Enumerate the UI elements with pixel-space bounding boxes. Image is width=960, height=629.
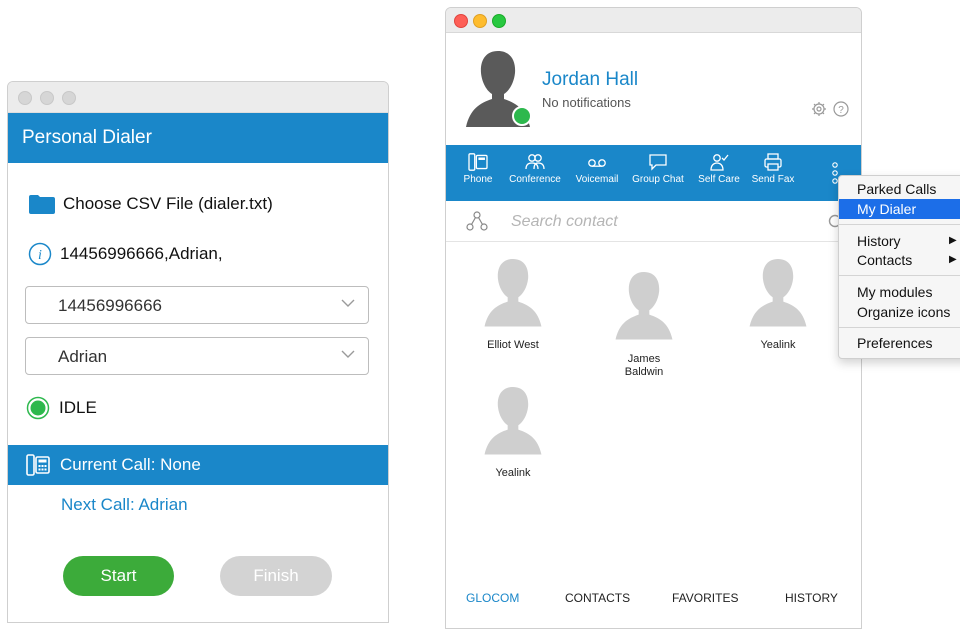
toolbar-voicemail[interactable]: Voicemail (572, 145, 622, 201)
avatar (484, 387, 542, 455)
voicemail-icon (588, 159, 606, 167)
toolbar-send-fax-label: Send Fax (751, 174, 795, 185)
menu-item-contacts[interactable]: Contacts ▶ (839, 250, 960, 270)
menu-item-my-dialer[interactable]: My Dialer (839, 199, 960, 219)
user-check-icon (710, 154, 729, 171)
bottom-tab-bar: GLOCOM CONTACTS FAVORITES HISTORY (446, 583, 861, 613)
zoom-window-button[interactable] (492, 14, 506, 28)
profile-header: Jordan Hall No notifications ? (446, 33, 861, 145)
contact-name: Yealink (495, 467, 531, 479)
next-call-text: Next Call: Adrian (61, 495, 188, 514)
search-input[interactable]: Search contact (511, 213, 618, 231)
svg-text:?: ? (838, 105, 844, 116)
minimize-window-button[interactable] (473, 14, 487, 28)
network-icon (466, 211, 488, 231)
tab-contacts[interactable]: CONTACTS (565, 591, 630, 605)
status-text: IDLE (59, 398, 97, 417)
desk-phone-icon (468, 153, 488, 171)
contact-card[interactable]: Yealink (468, 381, 558, 479)
user-name: Jordan Hall (542, 69, 639, 90)
menu-divider (839, 224, 960, 225)
status-indicator-icon (26, 396, 50, 420)
toolbar-self-care-label: Self Care (698, 174, 740, 185)
zoom-window-button[interactable] (62, 91, 76, 105)
contact-card[interactable]: Elliot West (468, 253, 558, 351)
number-select-value: 14456996666 (58, 296, 163, 315)
info-row: i 14456996666,Adrian, (28, 242, 223, 266)
toolbar-phone-label: Phone (463, 174, 493, 185)
search-bar: Search contact (446, 201, 861, 242)
finish-button[interactable]: Finish (220, 556, 332, 596)
menu-item-history-label: History (857, 233, 901, 249)
desk-phone-icon (26, 454, 50, 476)
tab-glocom[interactable]: GLOCOM (466, 591, 519, 605)
status-row: IDLE (26, 396, 97, 420)
people-icon (525, 154, 545, 170)
menu-item-organize-icons[interactable]: Organize icons (839, 302, 960, 322)
menu-item-parked-calls[interactable]: Parked Calls (839, 179, 960, 199)
contact-card[interactable]: Yealink (733, 253, 823, 351)
fax-icon (764, 153, 782, 171)
info-text: 14456996666,Adrian, (60, 244, 223, 263)
number-select[interactable]: 14456996666 (25, 286, 369, 324)
toolbar-self-care[interactable]: Self Care (694, 145, 744, 201)
tab-history[interactable]: HISTORY (785, 591, 838, 605)
toolbar: Phone Conference Voicemail Group Chat Se… (446, 145, 861, 201)
menu-item-my-modules[interactable]: My modules (839, 282, 960, 302)
notifications-text: No notifications (542, 95, 631, 110)
avatar (615, 272, 673, 340)
avatar (484, 259, 542, 327)
menu-divider (839, 327, 960, 328)
close-window-button[interactable] (18, 91, 32, 105)
name-select[interactable]: Adrian (25, 337, 369, 375)
contact-name: Yealink (760, 339, 796, 351)
toolbar-phone[interactable]: Phone (460, 145, 496, 201)
dialer-title: Personal Dialer (8, 113, 388, 163)
avatar (749, 259, 807, 327)
start-button[interactable]: Start (63, 556, 174, 596)
svg-text:i: i (38, 248, 42, 263)
toolbar-conference-label: Conference (509, 174, 561, 185)
menu-item-history[interactable]: History ▶ (839, 231, 960, 251)
chat-bubble-icon (649, 154, 667, 171)
help-icon[interactable]: ? (833, 101, 849, 117)
title-bar (8, 82, 388, 113)
menu-divider (839, 275, 960, 276)
menu-item-preferences[interactable]: Preferences (839, 333, 960, 353)
toolbar-group-chat[interactable]: Group Chat (628, 145, 688, 201)
menu-item-contacts-label: Contacts (857, 252, 913, 268)
avatar[interactable] (462, 47, 534, 127)
submenu-arrow-icon: ▶ (949, 235, 957, 246)
current-call-text: Current Call: None (60, 455, 201, 474)
chevron-down-icon (341, 299, 355, 307)
info-icon: i (28, 242, 52, 266)
folder-icon (29, 195, 55, 214)
toolbar-send-fax[interactable]: Send Fax (748, 145, 798, 201)
personal-dialer-window: Personal Dialer Choose CSV File (dialer.… (7, 81, 389, 623)
close-window-button[interactable] (454, 14, 468, 28)
submenu-arrow-icon: ▶ (949, 254, 957, 265)
toolbar-conference[interactable]: Conference (503, 145, 567, 201)
chevron-down-icon (341, 350, 355, 358)
gear-icon[interactable] (811, 101, 827, 117)
toolbar-group-chat-label: Group Chat (632, 174, 684, 185)
contact-name: James Baldwin (624, 353, 664, 378)
tab-favorites[interactable]: FAVORITES (672, 591, 738, 605)
csv-file-label: Choose CSV File (dialer.txt) (63, 194, 273, 213)
more-options-menu: Parked Calls My Dialer History ▶ Contact… (838, 175, 960, 359)
name-select-value: Adrian (58, 347, 108, 366)
title-bar (446, 8, 861, 33)
current-call-bar: Current Call: None (8, 445, 388, 485)
contact-name: Elliot West (487, 339, 539, 351)
glocom-window: Jordan Hall No notifications ? Phone Con… (445, 7, 862, 629)
toolbar-voicemail-label: Voicemail (575, 174, 619, 185)
choose-csv-button[interactable]: Choose CSV File (dialer.txt) (28, 193, 273, 215)
contact-card[interactable]: James Baldwin (599, 253, 689, 392)
minimize-window-button[interactable] (40, 91, 54, 105)
